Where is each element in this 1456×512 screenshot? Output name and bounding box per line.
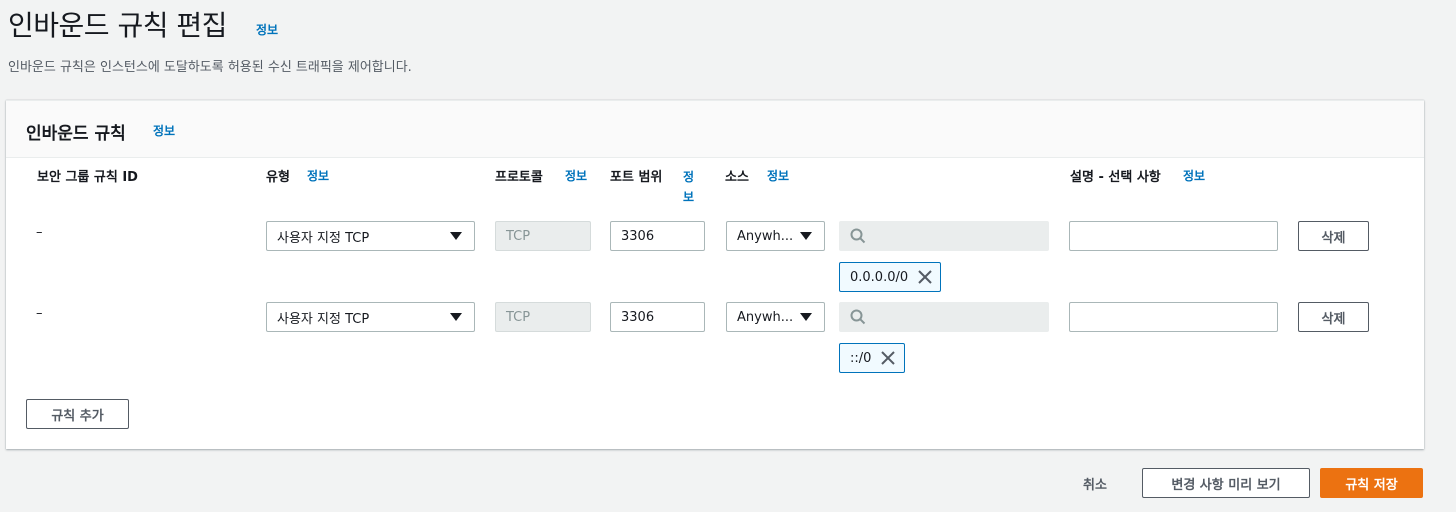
panel-title-info-link[interactable]: 정보 (153, 122, 175, 139)
protocol-value: TCP (506, 228, 531, 244)
inbound-rules-panel: 인바운드 규칙 정보 보안 그룹 규칙 ID 유형 정보 프로토콜 정보 포트 … (6, 100, 1424, 449)
panel-title: 인바운드 규칙 (26, 124, 126, 144)
protocol-field: TCP (495, 221, 591, 251)
caret-down-icon (800, 313, 812, 321)
cidr-search-input[interactable] (839, 221, 1049, 251)
preview-changes-button[interactable]: 변경 사항 미리 보기 (1142, 468, 1310, 498)
type-info-link[interactable]: 정보 (307, 167, 329, 184)
rule-id: – (36, 225, 43, 240)
rule-type-select[interactable]: 사용자 지정 TCP (266, 302, 475, 332)
column-header-rule-id: 보안 그룹 규칙 ID (37, 170, 138, 185)
source-info-link[interactable]: 정보 (767, 167, 789, 184)
protocol-value: TCP (506, 309, 531, 325)
cancel-button[interactable]: 취소 (1083, 474, 1107, 493)
port-range-value: 3306 (621, 309, 655, 325)
column-header-source: 소스 (725, 170, 749, 185)
port-range-value: 3306 (621, 228, 655, 244)
column-header-protocol: 프로토콜 (495, 170, 543, 185)
rule-type-value: 사용자 지정 TCP (277, 230, 370, 246)
column-header-type: 유형 (266, 170, 290, 185)
save-rules-button[interactable]: 규칙 저장 (1320, 468, 1423, 498)
description-info-link[interactable]: 정보 (1183, 167, 1205, 184)
close-icon[interactable] (881, 351, 896, 365)
source-value: Anywh... (737, 309, 794, 325)
port-range-input[interactable]: 3306 (610, 221, 705, 251)
page-description: 인바운드 규칙은 인스턴스에 도달하도록 허용된 수신 트래픽을 제어합니다. (8, 60, 412, 75)
delete-rule-button[interactable]: 삭제 (1298, 221, 1369, 251)
cidr-token: ::/0 (839, 343, 905, 373)
close-icon[interactable] (918, 270, 932, 284)
description-input[interactable] (1069, 221, 1278, 251)
column-header-description: 설명 - 선택 사항 (1070, 170, 1161, 185)
caret-down-icon (450, 232, 462, 240)
add-rule-button[interactable]: 규칙 추가 (26, 399, 129, 429)
search-icon (850, 228, 866, 244)
source-select[interactable]: Anywh... (726, 221, 825, 251)
rule-id: – (36, 306, 43, 321)
source-value: Anywh... (737, 228, 794, 244)
cidr-token-label: 0.0.0.0/0 (850, 269, 909, 285)
description-input[interactable] (1069, 302, 1278, 332)
protocol-info-link[interactable]: 정보 (565, 167, 587, 184)
column-header-port-range: 포트 범위 (610, 170, 663, 185)
search-icon (850, 309, 866, 325)
delete-rule-button[interactable]: 삭제 (1298, 302, 1369, 332)
cidr-search-input[interactable] (839, 302, 1049, 332)
rule-type-select[interactable]: 사용자 지정 TCP (266, 221, 475, 251)
caret-down-icon (800, 232, 812, 240)
panel-header (6, 101, 1424, 158)
port-range-input[interactable]: 3306 (610, 302, 705, 332)
port-range-info-link[interactable]: 정보 (683, 167, 697, 207)
rule-type-value: 사용자 지정 TCP (277, 311, 370, 327)
protocol-field: TCP (495, 302, 591, 332)
source-select[interactable]: Anywh... (726, 302, 825, 332)
page-title: 인바운드 규칙 편집 (8, 9, 227, 42)
cidr-token: 0.0.0.0/0 (839, 262, 941, 292)
page-title-info-link[interactable]: 정보 (256, 21, 278, 38)
caret-down-icon (450, 313, 462, 321)
cidr-token-label: ::/0 (850, 350, 872, 366)
